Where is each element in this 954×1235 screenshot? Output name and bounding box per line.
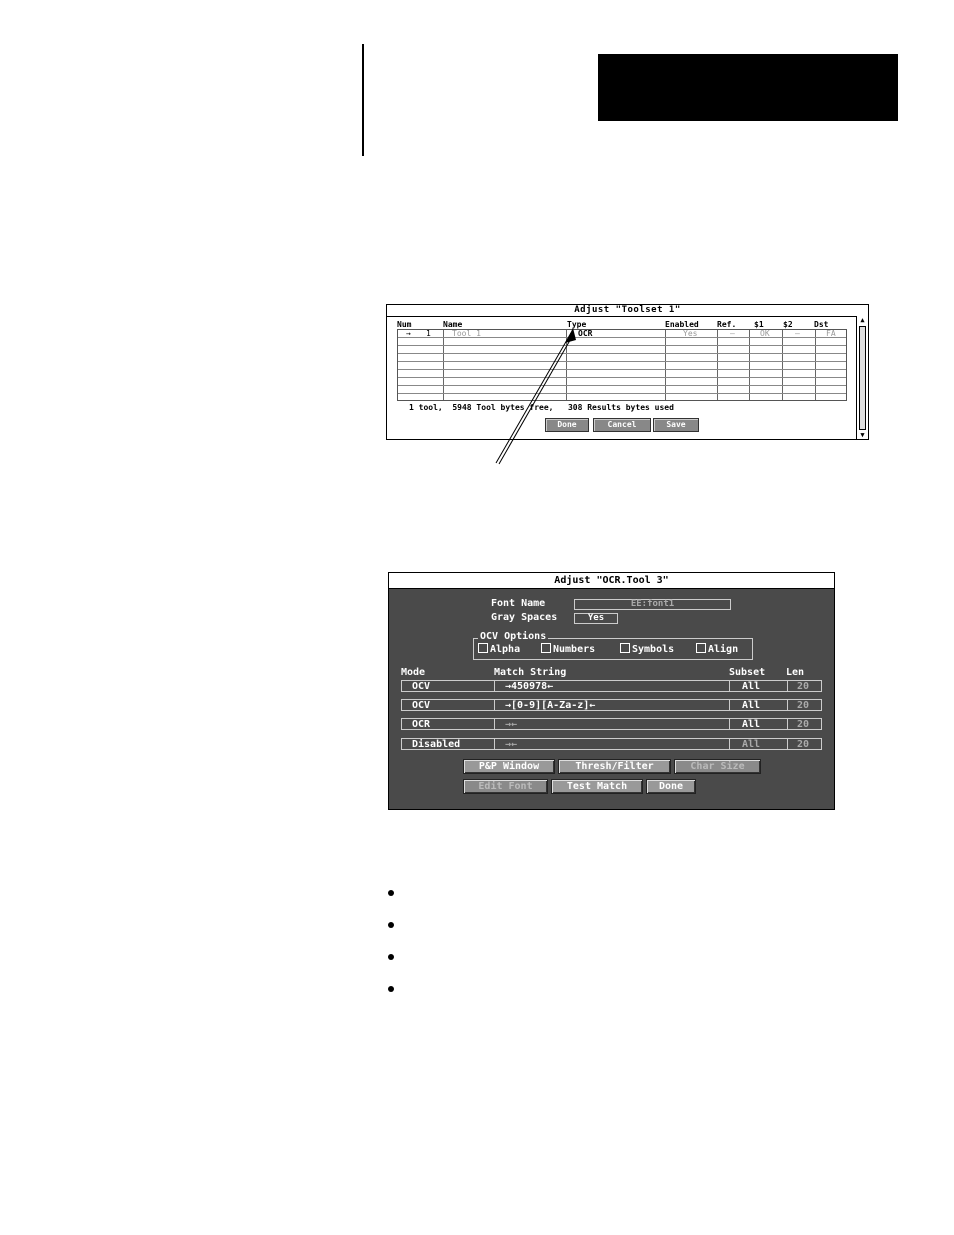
subset-cell[interactable]: All (742, 719, 760, 730)
mode-cell[interactable]: OCR (412, 719, 430, 730)
bullet-icon (388, 890, 394, 896)
gray-spaces-label: Gray Spaces (491, 612, 558, 623)
len-cell[interactable]: 20 (797, 700, 809, 711)
pp-window-button[interactable]: P&P Window (463, 759, 555, 774)
col-header-subset: Subset (729, 667, 766, 678)
col-header-match: Match String (494, 667, 567, 678)
checkbox-icon (541, 643, 551, 653)
font-name-label: Font Name (491, 598, 546, 609)
dialog-title: Adjust "OCR.Tool 3" (389, 573, 834, 589)
col-header-mode: Mode (401, 667, 426, 678)
subset-cell[interactable]: All (742, 681, 760, 692)
match-row[interactable]: OCV →[0-9][A-Za-z]← All 20 (401, 699, 822, 711)
mode-cell[interactable]: OCV (412, 700, 430, 711)
edit-font-button[interactable]: Edit Font (463, 779, 548, 794)
subset-cell[interactable]: All (742, 700, 760, 711)
match-row[interactable]: OCR →← All 20 (401, 718, 822, 730)
bullet-icon (388, 986, 394, 992)
mode-cell[interactable]: Disabled (412, 739, 460, 750)
match-row[interactable]: OCV →450978← All 20 (401, 680, 822, 692)
done-button[interactable]: Done (646, 779, 696, 794)
match-string-cell[interactable]: →← (505, 719, 517, 730)
mode-cell[interactable]: OCV (412, 681, 430, 692)
subset-cell[interactable]: All (742, 739, 760, 750)
bullet-icon (388, 922, 394, 928)
gray-spaces-toggle[interactable]: Yes (574, 613, 618, 624)
checkbox-icon (478, 643, 488, 653)
match-string-cell[interactable]: →← (505, 739, 517, 750)
len-cell[interactable]: 20 (797, 681, 809, 692)
len-cell[interactable]: 20 (797, 719, 809, 730)
match-row[interactable]: Disabled →← All 20 (401, 738, 822, 750)
thresh-filter-button[interactable]: Thresh/Filter (558, 759, 671, 774)
alpha-checkbox[interactable]: Alpha (478, 643, 520, 656)
checkbox-icon (620, 643, 630, 653)
symbols-checkbox[interactable]: Symbols (620, 643, 674, 656)
bullet-icon (388, 954, 394, 960)
match-string-cell[interactable]: →[0-9][A-Za-z]← (505, 700, 595, 711)
char-size-button[interactable]: Char Size (674, 759, 761, 774)
font-name-field[interactable]: EE:font1 (574, 599, 731, 610)
ocv-options-legend: OCV Options (478, 631, 549, 643)
checkbox-icon (696, 643, 706, 653)
adjust-ocr-tool-dialog: Adjust "OCR.Tool 3" Font Name EE:font1 G… (388, 572, 835, 810)
ocv-options-group: OCV Options Alpha Numbers Symbols Align (473, 631, 753, 660)
numbers-checkbox[interactable]: Numbers (541, 643, 595, 656)
col-header-len: Len (786, 667, 805, 678)
align-checkbox[interactable]: Align (696, 643, 738, 656)
test-match-button[interactable]: Test Match (551, 779, 643, 794)
len-cell[interactable]: 20 (797, 739, 809, 750)
match-string-cell[interactable]: →450978← (505, 681, 553, 692)
